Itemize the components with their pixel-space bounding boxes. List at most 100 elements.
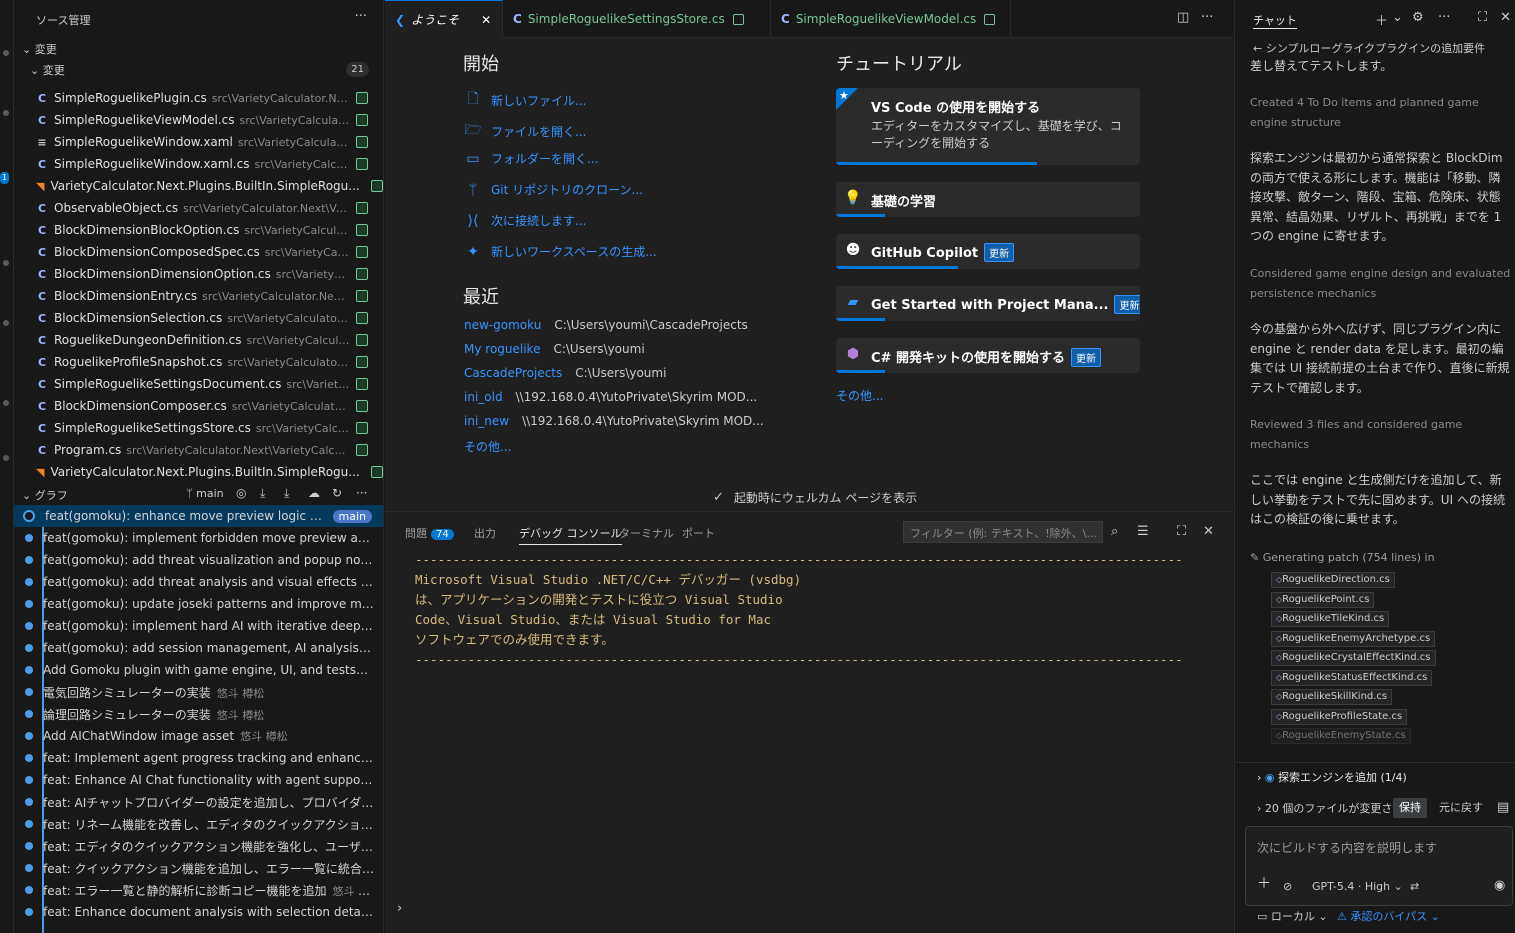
send-icon[interactable]: ◉	[1494, 878, 1505, 893]
close-icon[interactable]: ✕	[481, 13, 491, 27]
commit-row[interactable]: feat(gomoku): implement forbidden move p…	[14, 527, 383, 549]
commit-row[interactable]: feat: エラー一覧と静的解析に診断コピー機能を追加 悠斗 樽松	[14, 879, 383, 901]
todo-progress[interactable]: › ◉ 探索エンジンを追加 (1/4)	[1257, 769, 1407, 785]
commit-row[interactable]: feat(gomoku): update joseki patterns and…	[14, 593, 383, 615]
add-icon[interactable]: ＋	[1375, 10, 1388, 29]
changed-file-row[interactable]: C BlockDimensionComposedSpec.cs src\Variet…	[14, 241, 383, 263]
recent-item[interactable]: My roguelike C:\Users\youmi	[464, 342, 645, 356]
tools-icon[interactable]: ⊘	[1283, 880, 1292, 893]
approval-bypass-selector[interactable]: ⚠ 承認のバイパス ⌄	[1337, 908, 1440, 924]
tab-output[interactable]: 出力	[474, 525, 496, 541]
recent-more-link[interactable]: その他...	[464, 438, 511, 455]
file-chip[interactable]: RoguelikeCrystalEffectKind.cs	[1271, 650, 1436, 666]
graph-section-header[interactable]: ⌄ グラフ ᛘ main ◎ ⤓ ⤓ ☁ ↻ ···	[14, 483, 383, 505]
file-chip[interactable]: RoguelikePoint.cs	[1271, 591, 1375, 608]
commit-row[interactable]: feat(gomoku): add threat analysis and vi…	[14, 571, 383, 593]
activity-icon[interactable]	[3, 50, 9, 56]
file-chip[interactable]: RoguelikeEnemyArchetype.cs	[1271, 630, 1436, 647]
commit-row[interactable]: Add AIChatWindow image asset 悠斗 樽松	[14, 725, 383, 747]
changed-file-row[interactable]: C SimpleRoguelikeSettingsDocument.cs src\V…	[14, 373, 383, 395]
tab-settings-store[interactable]: C SimpleRoguelikeSettingsStore.cs	[503, 0, 771, 38]
changed-file-row[interactable]: ≡ SimpleRoguelikeWindow.xaml src\VarietyCa…	[14, 131, 383, 153]
maximize-icon[interactable]: ⛶	[1177, 524, 1186, 539]
changed-file-row[interactable]: C RoguelikeProfileSnapshot.cs src\VarietyC…	[14, 351, 383, 373]
start-link[interactable]: 🗁 ファイルを開く...	[463, 119, 586, 143]
walkthrough-card-copilot[interactable]: ☻ GitHub Copilot 更新	[836, 234, 1140, 269]
changes-section-header[interactable]: ⌄ 変更	[22, 41, 57, 57]
changed-file-row[interactable]: C BlockDimensionDimensionOption.cs src\Var…	[14, 263, 383, 285]
changed-files-summary[interactable]: › 20 個のファイルが変更さ	[1257, 800, 1392, 816]
search-icon[interactable]: ⌕	[1111, 524, 1118, 539]
changed-file-row[interactable]: C BlockDimensionBlockOption.cs src\Variety…	[14, 219, 383, 241]
document-icon[interactable]: ▤	[1497, 800, 1509, 815]
commit-row[interactable]: Add Gomoku plugin with game engine, UI, …	[14, 659, 383, 681]
file-chip[interactable]: RoguelikeSkillKind.cs	[1271, 689, 1393, 705]
file-chip[interactable]: RoguelikeEnemyState.cs	[1271, 728, 1411, 744]
local-mode-selector[interactable]: ▭ ローカル ⌄	[1257, 908, 1328, 924]
chat-input[interactable]: 次にビルドする内容を説明します ＋ ⊘ GPT-5.4 · High ⌄ ⇄ ◉	[1245, 826, 1513, 906]
recent-name[interactable]: new-gomoku	[464, 318, 541, 332]
chevron-down-icon[interactable]: ⌄	[1392, 10, 1403, 25]
start-link[interactable]: 🗋 新しいファイル...	[463, 88, 586, 112]
close-icon[interactable]: ✕	[1203, 524, 1214, 539]
gear-icon[interactable]: ⚙	[1412, 10, 1424, 25]
chat-step[interactable]: Reviewed 3 files and considered game mec…	[1250, 415, 1512, 455]
file-chip[interactable]: RoguelikeStatusEffectKind.cs	[1271, 669, 1433, 686]
tab-view-model[interactable]: C SimpleRoguelikeViewModel.cs	[771, 0, 1011, 38]
clear-console-icon[interactable]: ☰	[1137, 524, 1149, 539]
commit-row[interactable]: feat: クイックアクション機能を追加し、エラー一覧に統合悠斗 ...	[14, 857, 383, 879]
chat-step[interactable]: Created 4 To Do items and planned game e…	[1250, 93, 1512, 133]
more-actions-icon[interactable]: ···	[356, 486, 367, 500]
commit-row[interactable]: feat(gomoku): enhance move preview logic…	[14, 505, 383, 527]
activity-icon[interactable]	[3, 400, 9, 406]
changes-subsection-header[interactable]: ⌄ 変更	[30, 62, 65, 78]
commit-row[interactable]: feat: エディタのクイックアクション機能を強化し、ユーザー入力を...	[14, 835, 383, 857]
changed-file-row[interactable]: C Program.cs src\VarietyCalculator.Next\Va…	[14, 439, 383, 461]
recent-item[interactable]: new-gomoku C:\Users\youmi\CascadeProjects	[464, 318, 748, 332]
changed-file-row[interactable]: C RoguelikeDungeonDefinition.cs src\Variet…	[14, 329, 383, 351]
walkthrough-card-project-manager[interactable]: ▰ Get Started with Project Mana... 更新	[836, 286, 1140, 321]
close-icon[interactable]: ✕	[1500, 10, 1511, 25]
changed-file-row[interactable]: C BlockDimensionComposer.cs src\VarietyCal…	[14, 395, 383, 417]
refresh-icon[interactable]: ↻	[332, 486, 342, 500]
model-picker[interactable]: GPT-5.4 · High ⌄	[1312, 880, 1403, 893]
recent-item[interactable]: ini_old \\192.168.0.4\YutoPrivate\Skyrim …	[464, 390, 757, 404]
start-link[interactable]: ▭ フォルダーを開く...	[463, 150, 598, 167]
changed-file-row[interactable]: C ObservableObject.cs src\VarietyCalculato…	[14, 197, 383, 219]
changed-file-row[interactable]: C SimpleRoguelikeViewModel.cs src\VarietyC…	[14, 109, 383, 131]
changed-file-row[interactable]: C SimpleRoguelikeWindow.xaml.cs src\Variet…	[14, 153, 383, 175]
cloud-icon[interactable]: ☁	[308, 486, 320, 500]
activity-icon[interactable]	[3, 110, 9, 116]
chat-back-link[interactable]: ← シンプルローグライクプラグインの追加要件	[1253, 40, 1485, 56]
activity-icon[interactable]	[3, 320, 9, 326]
undo-button[interactable]: 元に戻す	[1433, 798, 1489, 818]
changed-file-row[interactable]: ◥ VarietyCalculator.Next.Plugins.BuiltIn.…	[14, 461, 383, 483]
recent-name[interactable]: My roguelike	[464, 342, 540, 356]
more-actions-icon[interactable]: ···	[355, 9, 367, 24]
commit-row[interactable]: feat: AIチャットプロバイダーの設定を追加し、プロバイダーのファク...	[14, 791, 383, 813]
pull-icon[interactable]: ⤓	[284, 486, 289, 501]
tab-welcome[interactable]: ❮ ようこそ ✕	[385, 0, 503, 38]
target-icon[interactable]: ◎	[236, 486, 246, 500]
commit-row[interactable]: feat: Enhance AI Chat functionality with…	[14, 769, 383, 791]
commit-row[interactable]: feat(gomoku): implement hard AI with ite…	[14, 615, 383, 637]
walkthrough-card-fundamentals[interactable]: 💡 基礎の学習	[836, 182, 1140, 217]
console-filter-input[interactable]: フィルター (例: テキスト、!除外、\...	[903, 521, 1103, 543]
tab-terminal[interactable]: ターミナル	[619, 525, 674, 541]
changed-file-row[interactable]: C BlockDimensionSelection.cs src\VarietyCa…	[14, 307, 383, 329]
chevron-right-icon[interactable]: ›	[397, 901, 402, 916]
branch-indicator[interactable]: ᛘ main	[186, 487, 224, 500]
recent-item[interactable]: CascadeProjects C:\Users\youmi	[464, 366, 666, 380]
file-chip[interactable]: RoguelikeTileKind.cs	[1271, 611, 1390, 627]
file-chip[interactable]: RoguelikeDirection.cs	[1271, 572, 1395, 588]
chat-step[interactable]: Considered game engine design and evalua…	[1250, 264, 1512, 304]
recent-item[interactable]: ini_new \\192.168.0.4\YutoPrivate\Skyrim …	[464, 414, 764, 428]
more-actions-icon[interactable]: ···	[1438, 10, 1450, 25]
commit-row[interactable]: feat: Implement agent progress tracking …	[14, 747, 383, 769]
commit-row[interactable]: 論理回路シミュレーターの実装 悠斗 樽松	[14, 703, 383, 725]
add-icon[interactable]: ＋	[1257, 873, 1271, 893]
commit-row[interactable]: feat(gomoku): add session management, AI…	[14, 637, 383, 659]
tab-problems[interactable]: 問題 74	[405, 525, 454, 541]
commit-row[interactable]: feat: Enhance document analysis with sel…	[14, 901, 383, 923]
show-on-startup-checkbox[interactable]: ✓ 起動時にウェルカム ページを表示	[713, 489, 917, 506]
